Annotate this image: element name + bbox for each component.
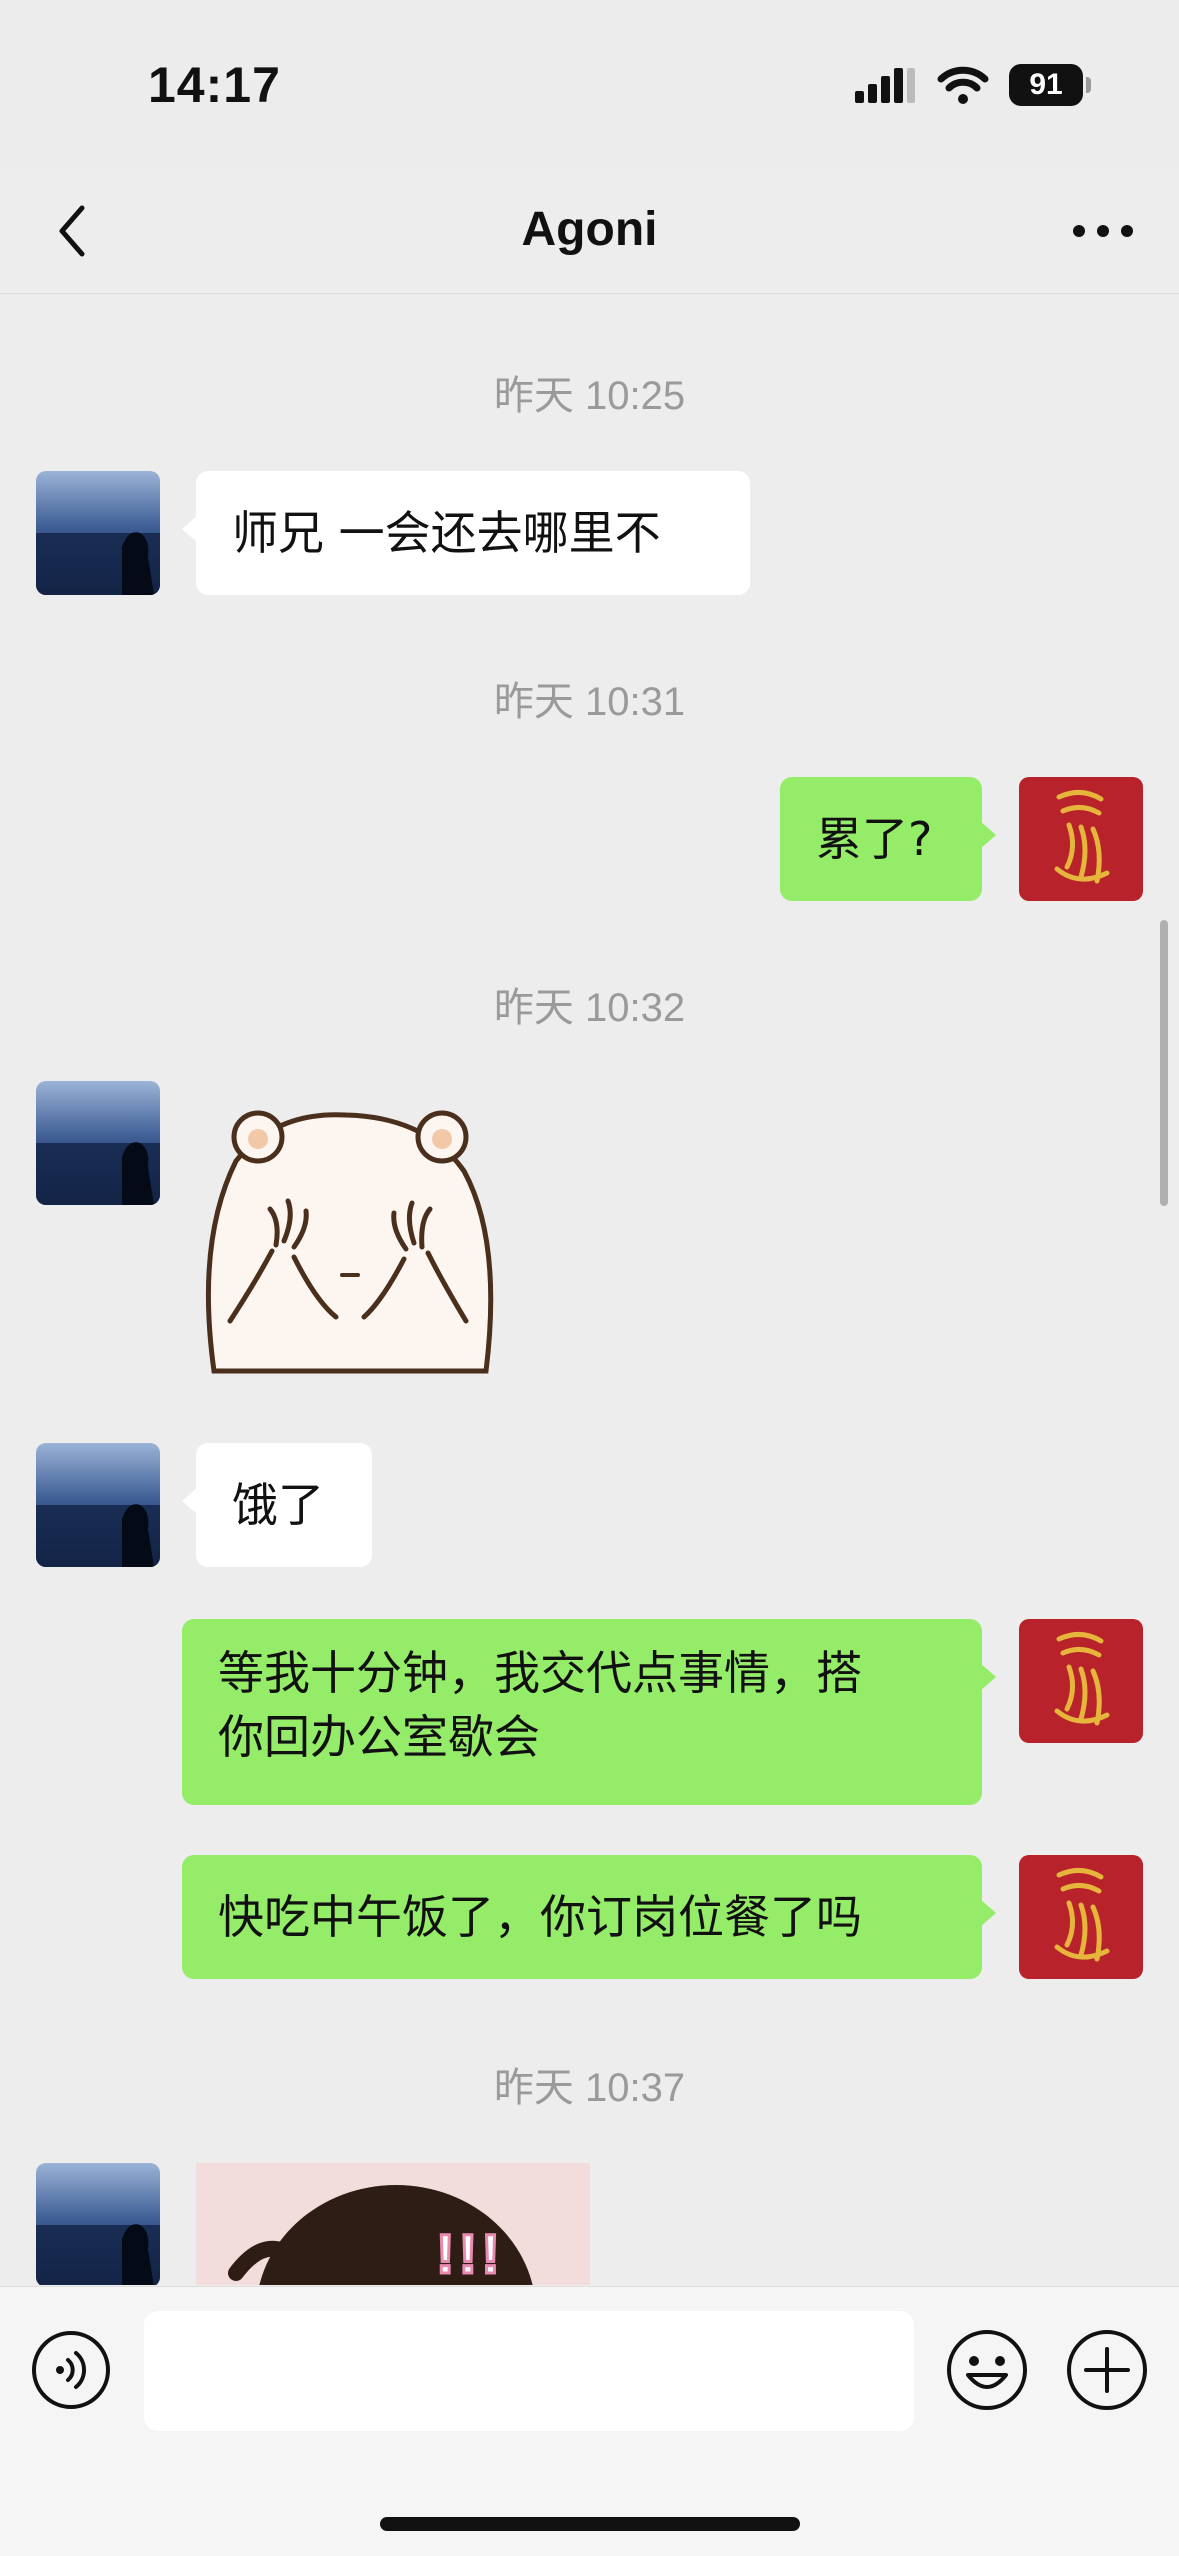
more-functions-plus-icon[interactable]: [1064, 2327, 1150, 2413]
avatar-calligraphy-image: [1019, 777, 1143, 901]
contact-avatar[interactable]: [36, 1443, 160, 1567]
timestamp: 昨天 10:25: [493, 374, 686, 418]
message-bubble-outgoing[interactable]: 快吃中午饭了，你订岗位餐了吗: [182, 1855, 996, 1979]
message-text: 师兄 一会还去哪里不: [232, 506, 661, 560]
avatar-calligraphy-image: [1019, 1855, 1143, 1979]
wifi-icon: [937, 66, 989, 104]
battery-indicator: 91: [1009, 64, 1091, 106]
status-time: 14:17: [148, 57, 281, 113]
timestamp: 昨天 10:32: [493, 986, 686, 1030]
voice-input-icon[interactable]: [30, 2329, 112, 2411]
chat-title: Agoni: [521, 203, 658, 256]
status-bar: 14:17 91: [0, 0, 1179, 170]
sticker-girl-image[interactable]: !!!: [196, 2163, 590, 2285]
message-input[interactable]: [144, 2311, 914, 2431]
contact-avatar[interactable]: [36, 471, 160, 595]
input-bar: [0, 2286, 1179, 2556]
avatar-sea-image: [36, 1081, 160, 1205]
message-bubble-outgoing[interactable]: 累了?: [780, 777, 996, 901]
sticker-girl-hair-image: [196, 2163, 590, 2285]
avatar-calligraphy-image: [1019, 1619, 1143, 1743]
timestamp: 昨天 10:31: [493, 680, 686, 724]
my-avatar[interactable]: [1019, 1619, 1143, 1743]
sticker-cover-eyes-bear[interactable]: [196, 1081, 506, 1391]
chat-message-list[interactable]: 昨天 10:25 师兄 一会还去哪里不 昨天 10:31 累了? 昨天 10:3…: [0, 295, 1179, 2285]
sticker-text: !!!: [435, 2221, 504, 2286]
message-bubble-outgoing[interactable]: 等我十分钟，我交代点事情，搭 你回办公室歇会: [182, 1619, 996, 1805]
avatar-sea-image: [36, 2163, 160, 2285]
message-text: 饿了: [232, 1478, 324, 1532]
more-options-icon[interactable]: [1063, 196, 1143, 266]
home-indicator[interactable]: [380, 2517, 800, 2531]
message-text: 快吃中午饭了，你订岗位餐了吗: [218, 1890, 862, 1944]
timestamp: 昨天 10:37: [493, 2066, 686, 2110]
emoji-icon[interactable]: [944, 2327, 1030, 2413]
cellular-signal-icon: [855, 68, 915, 103]
message-bubble-incoming[interactable]: 饿了: [182, 1443, 372, 1567]
avatar-sea-image: [36, 471, 160, 595]
my-avatar[interactable]: [1019, 1855, 1143, 1979]
contact-avatar[interactable]: [36, 1081, 160, 1205]
avatar-sea-image: [36, 1443, 160, 1567]
battery-level: 91: [1029, 68, 1063, 101]
message-text-line: 等我十分钟，我交代点事情，搭: [218, 1646, 862, 1700]
message-text-line: 你回办公室歇会: [218, 1710, 540, 1764]
message-text: 累了?: [816, 812, 933, 866]
scrollbar[interactable]: [1160, 920, 1168, 1206]
my-avatar[interactable]: [1019, 777, 1143, 901]
nav-bar: Agoni: [0, 170, 1179, 294]
message-bubble-incoming[interactable]: 师兄 一会还去哪里不: [182, 471, 750, 595]
status-icons: 91: [853, 64, 1091, 106]
contact-avatar[interactable]: [36, 2163, 160, 2285]
